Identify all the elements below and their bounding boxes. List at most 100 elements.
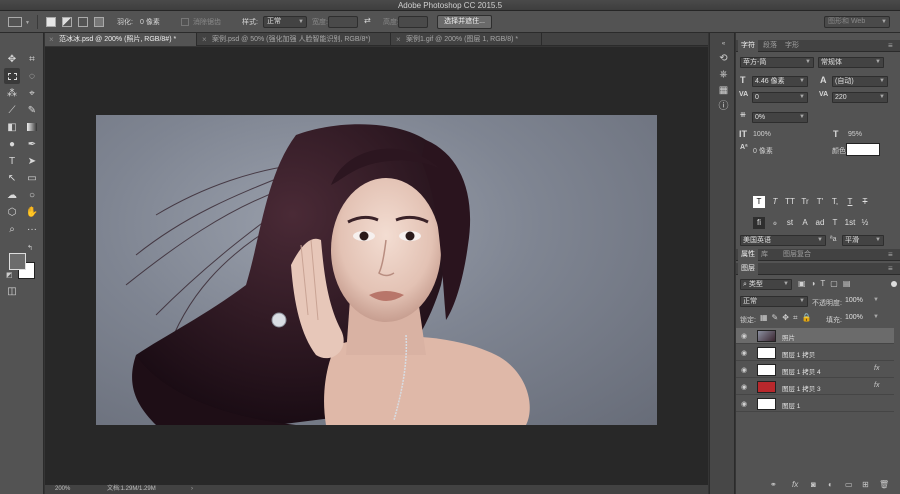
panel-menu-icon[interactable]: ≡ [888, 264, 893, 273]
style-select[interactable]: 正常 ▼ [263, 16, 307, 28]
select-and-mask-button[interactable]: 选择并遮住... [437, 15, 492, 29]
path-selection-tool-icon[interactable]: ➤ [24, 153, 40, 169]
document-image[interactable] [96, 115, 657, 425]
more-tools-icon[interactable]: ··· [24, 221, 40, 237]
layer-row[interactable]: ◉ 图层 1 拷贝 3 fx [736, 379, 894, 395]
adjustment-layer-icon[interactable]: ◐ [828, 480, 833, 489]
tab-document-1[interactable]: × 范冰冰.psd @ 200% (照片, RGB/8#) * [45, 33, 197, 46]
artboard-tool-icon[interactable]: ⌗ [24, 51, 40, 67]
foreground-color-swatch-front[interactable] [9, 253, 26, 270]
swap-icon[interactable]: ⇄ [364, 16, 371, 25]
baseline-shift-value[interactable]: 0 像素 [753, 146, 773, 156]
custom-shape-tool-icon[interactable]: ☁ [4, 187, 20, 203]
eye-icon[interactable]: ◉ [741, 366, 747, 374]
fx-icon[interactable]: fx [874, 382, 879, 389]
faux-italic-button[interactable]: T [769, 196, 781, 208]
close-icon[interactable]: × [49, 33, 54, 46]
type-tool-icon[interactable]: T [4, 153, 20, 169]
layer-filter-select[interactable]: ⌕ 类型 ▼ [740, 279, 792, 290]
language-select[interactable]: 美国英语 ▼ [740, 235, 826, 246]
marquee-preset-icon[interactable] [8, 17, 22, 27]
tab-document-2[interactable]: × 案例.psd @ 50% (强化加强 人脸智能识别, RGB/8*) [198, 33, 391, 46]
stylistic-alternates-button[interactable]: ad [814, 217, 826, 229]
width-field[interactable] [328, 16, 358, 28]
font-size-field[interactable]: 4.46 像素 ▼ [752, 76, 808, 87]
contextual-alternates-button[interactable]: ℴ [769, 217, 781, 229]
layer-filter-icons[interactable]: ▣◑T▢▤ [798, 279, 888, 290]
layer-row[interactable]: ◉ 图层 1 拷贝 [736, 345, 894, 361]
rectangle-tool-icon[interactable]: ▭ [24, 170, 40, 186]
lasso-tool-icon[interactable]: ◌ [24, 68, 40, 84]
subtract-selection-icon[interactable] [78, 17, 88, 27]
tab-layer-comps[interactable]: 图层复合 [780, 249, 814, 261]
tab-paragraph[interactable]: 段落 [760, 40, 780, 52]
tab-glyphs[interactable]: 字形 [782, 40, 802, 52]
blend-mode-select[interactable]: 正常 ▼ [740, 296, 808, 307]
fx-icon[interactable]: fx [874, 365, 879, 372]
kerning-field[interactable]: 0 ▼ [752, 92, 808, 103]
underline-button[interactable]: T [844, 196, 856, 208]
pen-tool-icon[interactable]: ✒ [24, 136, 40, 152]
tab-document-3[interactable]: × 案例1.gif @ 200% (图层 1, RGB/8) * [392, 33, 542, 46]
close-icon[interactable]: × [396, 33, 401, 46]
zoom-level[interactable]: 200% [55, 485, 70, 494]
hand-tool-icon[interactable]: ✋ [24, 204, 40, 220]
quick-mask-icon[interactable]: ◫ [4, 283, 20, 299]
feather-value[interactable]: 0 像素 [140, 17, 160, 27]
antialias-select[interactable]: 平滑 ▼ [842, 235, 884, 246]
intersect-selection-icon[interactable] [94, 17, 104, 27]
panel-menu-icon[interactable]: ≡ [888, 41, 893, 50]
faux-bold-button[interactable]: T [753, 196, 765, 208]
height-field[interactable] [398, 16, 428, 28]
swatches-grid-icon[interactable]: ▦ [718, 85, 729, 96]
filter-toggle-icon[interactable] [891, 281, 897, 287]
zoom-tool-icon[interactable]: ⌕ [4, 221, 20, 237]
eye-icon[interactable]: ◉ [741, 332, 747, 340]
small-caps-button[interactable]: Tr [799, 196, 811, 208]
info-icon[interactable]: ⓘ [718, 101, 729, 112]
horizontal-scale-value[interactable]: 95% [848, 131, 862, 138]
eye-icon[interactable]: ◉ [741, 349, 747, 357]
gradient-tool-icon[interactable] [24, 119, 40, 135]
default-colors-icon[interactable]: ◩ [6, 271, 13, 279]
tab-character[interactable]: 字符 [738, 40, 758, 52]
eye-icon[interactable]: ◉ [741, 400, 747, 408]
new-selection-icon[interactable] [46, 17, 56, 27]
fill-field[interactable]: 100% ▼ [843, 313, 881, 324]
tab-libraries[interactable]: 库 [758, 249, 771, 261]
trash-icon[interactable]: 🗑 [879, 480, 889, 489]
panel-menu-icon[interactable]: ≡ [888, 250, 893, 259]
ellipse-tool-icon[interactable]: ○ [24, 187, 40, 203]
eraser-tool-icon[interactable]: ◧ [4, 119, 20, 135]
eyedropper-tool-icon[interactable]: ⟋ [4, 102, 20, 118]
link-layers-icon[interactable]: ⚭ [770, 480, 777, 489]
font-style-select[interactable]: 常规体 ▼ [818, 57, 884, 68]
add-selection-icon[interactable] [62, 17, 72, 27]
ordinals-button[interactable]: 1st [844, 217, 856, 229]
layer-row[interactable]: ◉ 照片 [736, 328, 894, 344]
text-color-swatch[interactable] [846, 143, 880, 156]
crop-tool-icon[interactable]: ⌖ [24, 85, 40, 101]
dodge-tool-icon[interactable]: ● [4, 136, 20, 152]
tab-layers[interactable]: 图层 [738, 263, 758, 275]
collapse-icon[interactable]: « [718, 39, 729, 50]
workspace-select[interactable]: 图形和 Web ▼ [824, 16, 890, 28]
add-mask-icon[interactable]: ◙ [811, 480, 816, 489]
magic-wand-tool-icon[interactable]: ⁂ [4, 85, 20, 101]
subscript-button[interactable]: T, [829, 196, 841, 208]
layer-row[interactable]: ◉ 图层 1 [736, 396, 894, 412]
direct-selection-tool-icon[interactable]: ↖ [4, 170, 20, 186]
swap-colors-icon[interactable]: ↰ [27, 244, 33, 252]
move-tool-icon[interactable]: ✥ [4, 51, 20, 67]
history-icon[interactable]: ⟲ [718, 53, 729, 64]
superscript-button[interactable]: T' [814, 196, 826, 208]
clone-source-icon[interactable]: ⎈ [718, 69, 729, 80]
all-caps-button[interactable]: TT [784, 196, 796, 208]
new-layer-icon[interactable]: ⊞ [862, 480, 869, 489]
swash-button[interactable]: A [799, 217, 811, 229]
tracking-field[interactable]: 220 ▼ [832, 92, 888, 103]
3d-tool-icon[interactable]: ⬡ [4, 204, 20, 220]
chevron-right-icon[interactable]: › [191, 485, 193, 494]
rectangular-marquee-tool-icon[interactable] [4, 68, 20, 84]
close-icon[interactable]: × [202, 33, 207, 46]
